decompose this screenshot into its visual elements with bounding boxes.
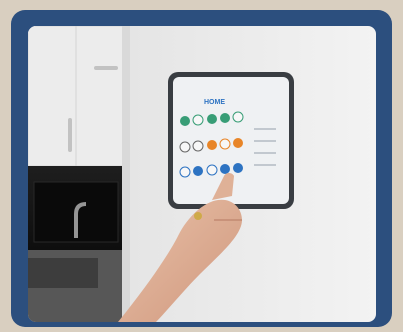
- smart-home-photo: HOME: [28, 26, 376, 322]
- photo-illustration: HOME: [28, 26, 376, 322]
